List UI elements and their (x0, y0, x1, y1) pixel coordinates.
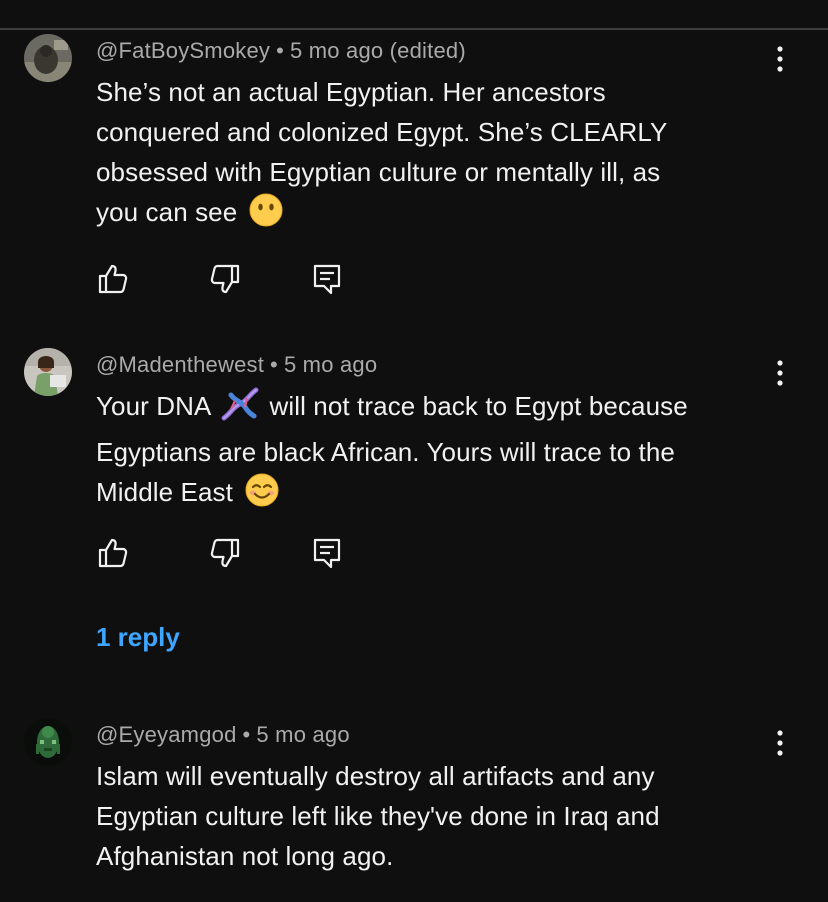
comment-time: 5 mo ago (edited) (290, 38, 466, 63)
top-divider (0, 28, 828, 30)
more-vertical-icon (777, 360, 783, 386)
comment-line: you can see (96, 192, 756, 238)
dna-emoji (221, 387, 259, 432)
author-name[interactable]: @Madenthewest (96, 352, 264, 377)
comment-time: 5 mo ago (256, 722, 350, 747)
comment-text: Your DNA will not trace back to Egypt be… (96, 386, 756, 518)
face-without-mouth-emoji (249, 193, 283, 238)
meta-separator: • (270, 352, 278, 377)
comment-line: Middle East (96, 472, 756, 518)
more-vertical-icon (777, 730, 783, 756)
comment-line: Egyptian culture left like they've done … (96, 801, 660, 831)
comment-line: Your DNA will not trace back to Egypt be… (96, 386, 756, 432)
comment-line: Egyptians are black African. Yours will … (96, 437, 675, 467)
dislike-button[interactable] (208, 262, 242, 296)
comment-line-text: will not trace back to Egypt because (269, 391, 688, 421)
reply-button[interactable] (310, 536, 344, 570)
comment-text: Islam will eventually destroy all artifa… (96, 756, 756, 876)
avatar[interactable] (24, 718, 72, 766)
comment-line-text: Your DNA (96, 391, 212, 421)
view-replies-link[interactable]: 1 reply (96, 622, 180, 653)
comment-meta: @FatBoySmokey • 5 mo ago (edited) (96, 38, 466, 64)
comment-line-text: you can see (96, 197, 238, 227)
more-options-button[interactable] (768, 728, 792, 758)
comment-line: Islam will eventually destroy all artifa… (96, 761, 655, 791)
like-button[interactable] (96, 536, 130, 570)
thumbs-up-icon (98, 538, 128, 568)
comment-line: She’s not an actual Egyptian. Her ancest… (96, 77, 606, 107)
dislike-button[interactable] (208, 536, 242, 570)
comment-time: 5 mo ago (283, 352, 378, 377)
thumbs-up-icon (98, 264, 128, 294)
reply-button[interactable] (310, 262, 344, 296)
comment-line: conquered and colonized Egypt. She’s CLE… (96, 117, 668, 147)
comment-line-text: Middle East (96, 477, 233, 507)
meta-separator: • (276, 38, 285, 63)
thumbs-down-icon (210, 264, 240, 294)
meta-separator: • (242, 722, 251, 747)
thumbs-down-icon (210, 538, 240, 568)
more-options-button[interactable] (768, 358, 792, 388)
reply-comment-icon (313, 538, 341, 569)
comment-text: She’s not an actual Egyptian. Her ancest… (96, 72, 756, 238)
comment-meta: @Madenthewest • 5 mo ago (96, 352, 377, 378)
avatar[interactable] (24, 34, 72, 82)
avatar[interactable] (24, 348, 72, 396)
comment-meta: @Eyeyamgod • 5 mo ago (96, 722, 350, 748)
like-button[interactable] (96, 262, 130, 296)
author-name[interactable]: @Eyeyamgod (96, 722, 237, 747)
smiling-face-emoji (245, 473, 279, 518)
more-options-button[interactable] (768, 44, 792, 74)
more-vertical-icon (777, 46, 783, 72)
comment-line: obsessed with Egyptian culture or mental… (96, 157, 661, 187)
comment-line: Afghanistan not long ago. (96, 841, 394, 871)
author-name[interactable]: @FatBoySmokey (96, 38, 270, 63)
reply-comment-icon (313, 264, 341, 295)
